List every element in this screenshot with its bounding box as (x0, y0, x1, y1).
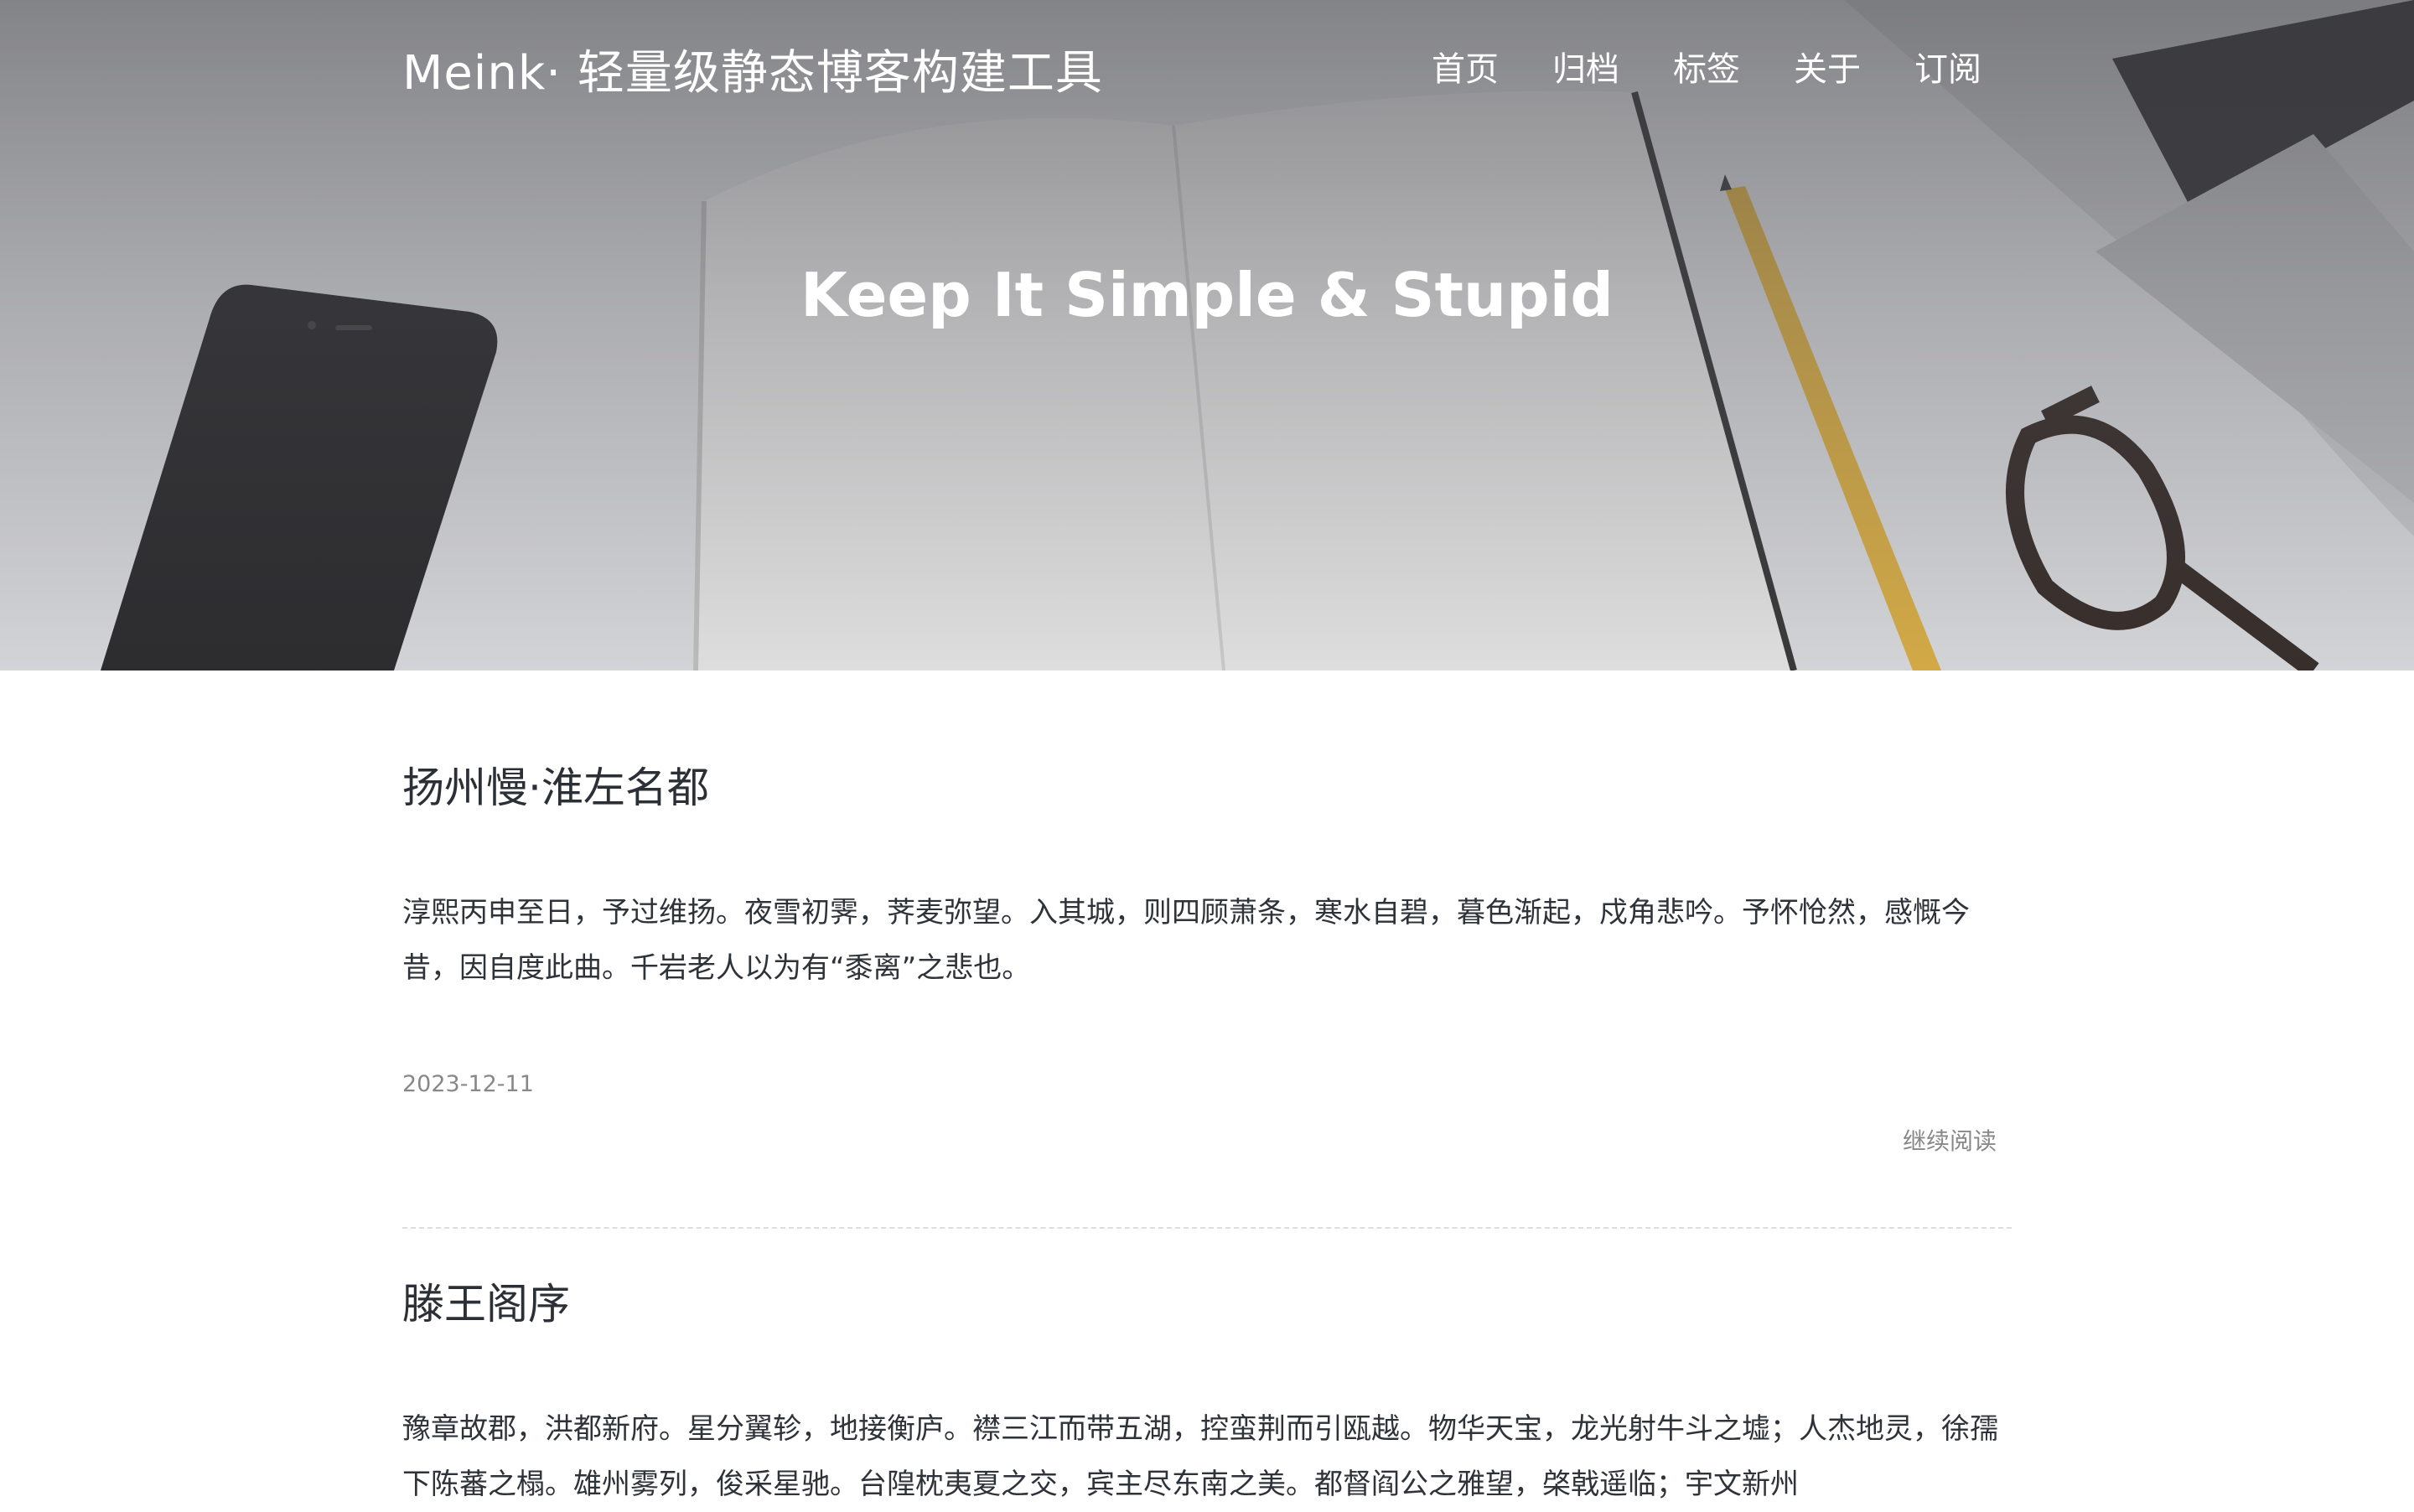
nav-link-subscribe[interactable]: 订阅 (1914, 42, 1981, 91)
post-excerpt: 豫章故郡，洪都新府。星分翼轸，地接衡庐。襟三江而带五湖，控蛮荆而引瓯越。物华天宝… (402, 1412, 1998, 1501)
top-navbar: Meink· 轻量级静态博客构建工具 首页 归档 标签 关于 订阅 (0, 0, 2414, 134)
nav-link-about[interactable]: 关于 (1794, 42, 1861, 91)
post-list: 扬州慢·淮左名都 淳熙丙申至日，予过维扬。夜雪初霁，荠麦弥望。入其城，则四顾萧条… (402, 671, 2012, 1512)
post-title-link[interactable]: 滕王阁序 (402, 1271, 2012, 1338)
read-more-link[interactable]: 继续阅读 (1903, 1123, 1997, 1157)
nav-link-archive[interactable]: 归档 (1552, 42, 1619, 91)
site-brand-link[interactable]: Meink· 轻量级静态博客构建工具 (402, 35, 1103, 103)
nav-links: 首页 归档 标签 关于 订阅 (1432, 42, 1981, 91)
post-item: 扬州慢·淮左名都 淳熙丙申至日，予过维扬。夜雪初霁，荠麦弥望。入其城，则四顾萧条… (402, 671, 2012, 1229)
post-title-link[interactable]: 扬州慢·淮左名都 (402, 754, 2012, 821)
hero-title: Keep It Simple & Stupid (800, 260, 1614, 330)
hero-banner: Meink· 轻量级静态博客构建工具 首页 归档 标签 关于 订阅 Keep I… (0, 0, 2414, 671)
nav-link-home[interactable]: 首页 (1432, 42, 1499, 91)
post-item: 滕王阁序 豫章故郡，洪都新府。星分翼轸，地接衡庐。襟三江而带五湖，控蛮荆而引瓯越… (402, 1229, 2012, 1512)
post-excerpt: 淳熙丙申至日，予过维扬。夜雪初霁，荠麦弥望。入其城，则四顾萧条，寒水自碧，暮色渐… (402, 896, 1970, 985)
post-date: 2023-12-11 (402, 1071, 534, 1097)
nav-link-tags[interactable]: 标签 (1673, 42, 1740, 91)
